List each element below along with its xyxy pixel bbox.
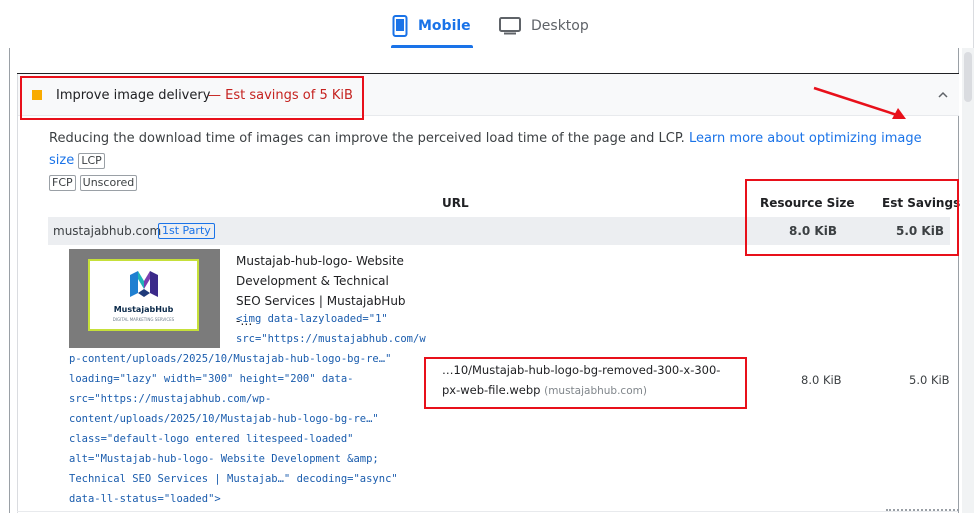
mobile-phone-icon: [392, 15, 408, 37]
tab-desktop[interactable]: Desktop: [499, 12, 589, 40]
container-border-left: [9, 48, 10, 513]
mustajabhub-logo-icon: [130, 271, 158, 297]
annotation-box-audit-title: [20, 76, 364, 120]
element-snippet-part-2: p-content/uploads/2025/10/Mustajab-hub-l…: [69, 353, 398, 505]
image-thumbnail: MustajabHub DIGITAL MARKETING SERVICES: [69, 249, 220, 348]
metric-chip-fcp: FCP: [49, 175, 76, 191]
metric-chip-unscored: Unscored: [79, 175, 138, 191]
element-snippet-part-1: <img data-lazyloaded="1" src="https://mu…: [236, 313, 426, 345]
logo-wordmark: MustajabHub: [113, 305, 174, 314]
annotation-box-url: [424, 357, 747, 409]
active-tab-indicator: [391, 45, 473, 48]
tab-mobile-label: Mobile: [418, 18, 471, 34]
tab-mobile[interactable]: Mobile: [392, 12, 471, 40]
scrollbar-thumb[interactable]: [964, 52, 972, 102]
party-name: mustajabhub.com: [53, 224, 162, 238]
table-bottom-divider: [17, 511, 958, 512]
logo-image: MustajabHub DIGITAL MARKETING SERVICES: [88, 259, 199, 331]
column-header-url: URL: [442, 196, 469, 210]
logo-tagline: DIGITAL MARKETING SERVICES: [112, 317, 175, 322]
container-border-right: [958, 48, 959, 513]
annotation-box-size-savings: [745, 179, 959, 256]
row-resource-size: 8.0 KiB: [801, 373, 842, 387]
description-text: Reducing the download time of images can…: [49, 131, 685, 146]
scrollbar-track[interactable]: [962, 48, 974, 513]
first-party-badge: 1st Party: [158, 223, 215, 239]
dotted-divider: [886, 509, 959, 512]
tab-desktop-label: Desktop: [531, 18, 589, 34]
row-est-savings: 5.0 KiB: [909, 373, 950, 387]
annotation-arrow-icon: [813, 86, 906, 119]
chevron-up-icon[interactable]: [938, 88, 948, 102]
metric-chip-lcp: LCP: [78, 153, 105, 169]
device-tabs: Mobile Desktop: [0, 0, 974, 48]
desktop-monitor-icon: [499, 17, 521, 35]
